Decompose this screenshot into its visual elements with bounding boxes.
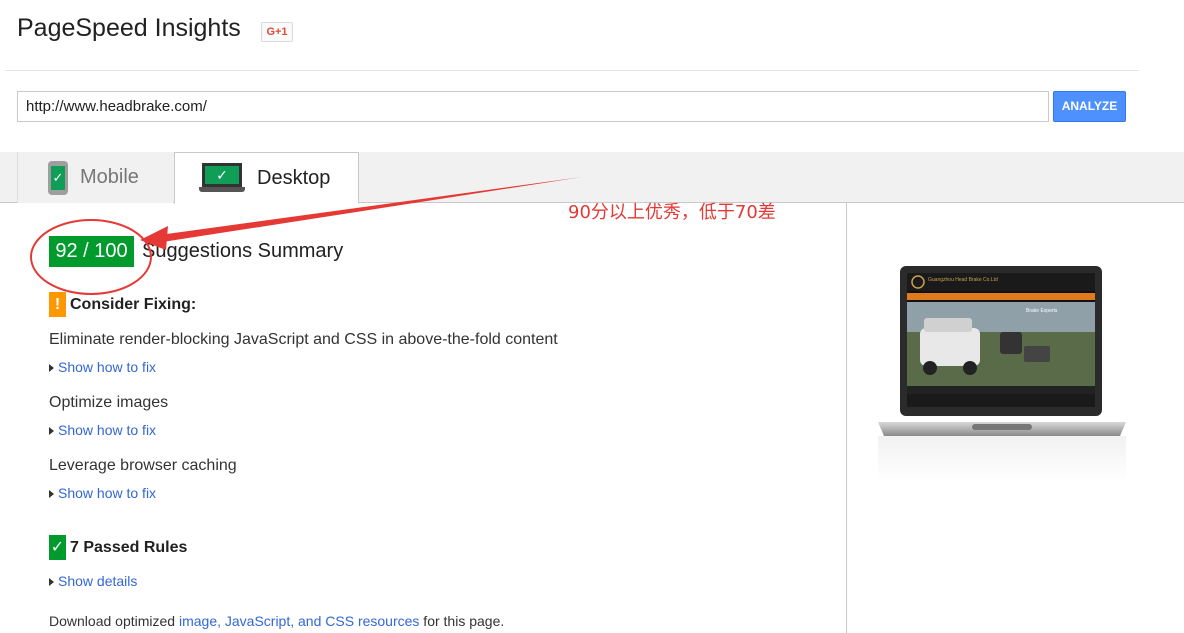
download-prefix: Download optimized [49,613,179,629]
download-optimized-text: Download optimized image, JavaScript, an… [49,613,504,629]
content-divider [846,203,847,633]
checkmark-icon: ✓ [49,535,66,560]
download-resources-link[interactable]: image, JavaScript, and CSS resources [179,613,419,629]
tab-mobile[interactable]: ✓ Mobile [17,152,173,203]
header-divider [5,70,1139,71]
annotation-text: 90分以上优秀，低于70差 [568,202,776,223]
score-badge: 92 / 100 [49,236,134,267]
consider-fixing-title: Consider Fixing: [70,295,197,313]
show-how-to-fix-label: Show how to fix [58,359,157,375]
mobile-phone-icon: ✓ [48,160,68,195]
warning-icon: ! [49,292,66,317]
expand-triangle-icon [49,427,54,436]
url-input[interactable] [17,91,1049,122]
desktop-preview-laptop: Guangzhou Head Brake Co.Ltd Brake Expert… [878,266,1126,482]
show-how-to-fix-link[interactable]: Show how to fix [49,359,156,375]
show-details-link[interactable]: Show details [49,573,137,589]
show-how-to-fix-link[interactable]: Show how to fix [49,422,156,438]
preview-site-title: Guangzhou Head Brake Co.Ltd [928,277,998,283]
page-title: PageSpeed Insights [17,14,241,42]
show-how-to-fix-label: Show how to fix [58,485,157,501]
tab-mobile-label: Mobile [80,166,139,188]
google-plus-one-button[interactable]: G+1 [261,22,293,42]
consider-fixing-heading: ! Consider Fixing: [49,292,196,317]
passed-rules-heading: ✓ 7 Passed Rules [49,535,187,560]
expand-triangle-icon [49,578,54,587]
analyze-button[interactable]: ANALYZE [1053,91,1126,122]
passed-rules-title: 7 Passed Rules [70,538,188,556]
rule-browser-caching: Leverage browser caching [49,457,237,474]
rule-render-blocking: Eliminate render-blocking JavaScript and… [49,331,558,348]
tab-desktop-label: Desktop [257,166,331,189]
show-how-to-fix-link[interactable]: Show how to fix [49,485,156,501]
download-suffix: for this page. [419,613,505,629]
preview-banner-text: Brake Experts [1026,308,1058,314]
rule-optimize-images: Optimize images [49,394,169,411]
tab-desktop[interactable]: ✓ Desktop [174,152,359,204]
expand-triangle-icon [49,364,54,373]
desktop-monitor-icon: ✓ [199,163,245,193]
expand-triangle-icon [49,490,54,499]
show-how-to-fix-label: Show how to fix [58,422,157,438]
suggestions-summary-heading: Suggestions Summary [142,240,344,262]
show-details-label: Show details [58,573,138,589]
